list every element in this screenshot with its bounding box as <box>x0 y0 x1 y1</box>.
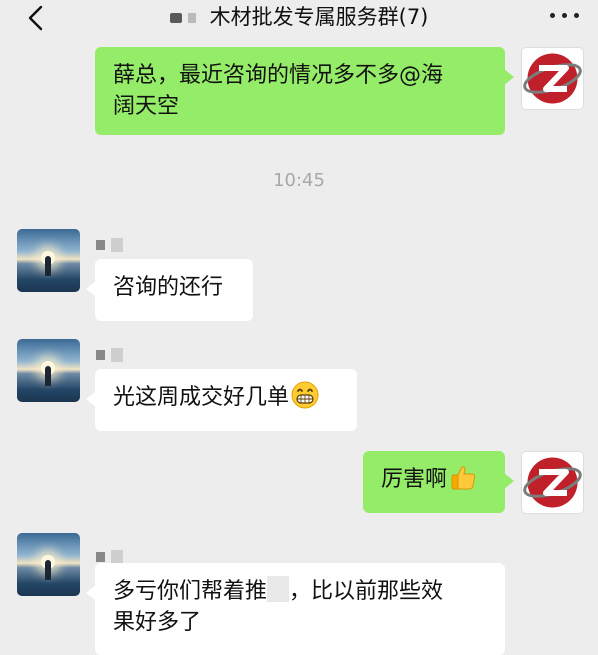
message-text: 多亏你们帮着推 <box>113 579 268 604</box>
brand-logo-icon <box>523 53 582 104</box>
my-avatar[interactable] <box>521 47 584 110</box>
time-divider: 10:45 <box>273 170 325 191</box>
grin-emoji <box>291 381 319 409</box>
message-text: ，比以前那些效 <box>289 579 444 604</box>
thumbs-up-emoji <box>451 466 476 490</box>
message-text-line-2: 果好多了 <box>113 610 202 635</box>
chat-title: 木材批发专属服务群(7) <box>209 5 429 29</box>
sender-name-blurred <box>96 234 123 252</box>
more-dots-icon[interactable] <box>550 10 580 20</box>
sender-name-blurred <box>96 546 123 564</box>
message-text-line-1: 多亏你们帮着推 ，比以前那些效 <box>113 575 487 609</box>
message-bubble-sent[interactable]: 厉害啊 <box>363 451 514 513</box>
redacted-text <box>267 576 290 602</box>
message-text-line: 薛总，最近咨询的情况多不多@海 <box>113 63 444 88</box>
sender-name-blurred <box>96 344 123 362</box>
message-bubble-received[interactable]: 多亏你们帮着推 ，比以前那些效 果好多了 <box>86 563 505 655</box>
brand-logo-icon <box>523 457 582 508</box>
my-avatar[interactable] <box>521 451 584 514</box>
contact-avatar[interactable] <box>17 339 80 402</box>
message-bubble-received[interactable]: 光这周成交好几单 <box>86 369 357 431</box>
message-bubble-sent[interactable]: 薛总，最近咨询的情况多不多@海 阔天空 <box>95 47 514 135</box>
message-text: 咨询的还行 <box>113 275 224 300</box>
message-text: 光这周成交好几单 <box>113 385 290 410</box>
chat-header: 木材批发专属服务群(7) <box>0 0 598 36</box>
message-text: 厉害啊 <box>381 467 448 492</box>
message-text-line: 阔天空 <box>113 94 180 119</box>
chat-title-area: 木材批发专属服务群(7) <box>0 2 598 32</box>
message-bubble-received[interactable]: 咨询的还行 <box>86 259 253 321</box>
group-avatar-mini-2 <box>187 13 196 23</box>
contact-avatar[interactable] <box>17 533 80 596</box>
contact-avatar[interactable] <box>17 229 80 292</box>
group-avatar-mini <box>169 13 182 23</box>
